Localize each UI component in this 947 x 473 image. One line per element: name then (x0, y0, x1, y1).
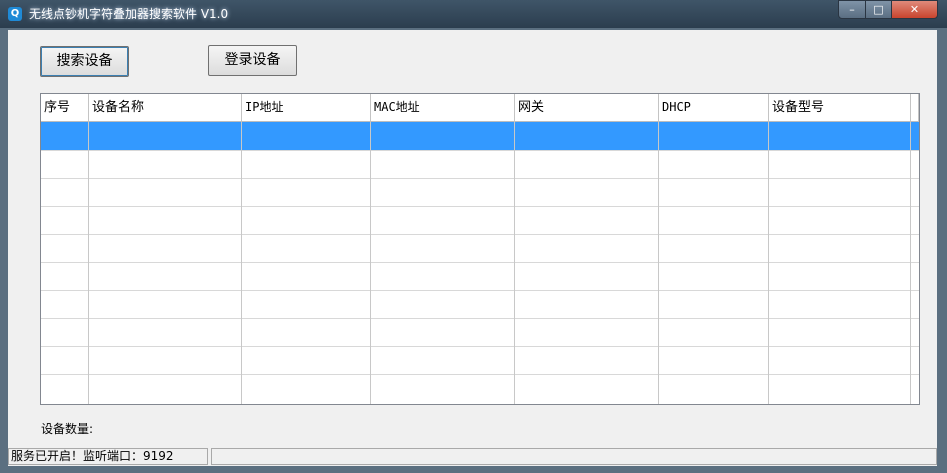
close-button[interactable]: ✕ (891, 0, 938, 19)
column-header-device-model[interactable]: 设备型号 (769, 94, 911, 122)
login-device-button[interactable]: 登录设备 (208, 45, 297, 76)
title-bar[interactable]: Q 无线点钞机字符叠加器搜索软件 V1.0 – □ ✕ (0, 0, 947, 28)
minimize-button[interactable]: – (838, 0, 866, 19)
search-device-button[interactable]: 搜索设备 (40, 46, 129, 77)
row-divider (41, 234, 919, 235)
close-icon: ✕ (909, 3, 920, 16)
status-pane-secondary (211, 448, 937, 465)
column-divider (768, 122, 769, 404)
column-header-ip-address[interactable]: IP地址 (242, 94, 371, 122)
device-count-label: 设备数量: (41, 422, 94, 436)
row-divider (41, 206, 919, 207)
column-header-index[interactable]: 序号 (41, 94, 89, 122)
column-header-gateway[interactable]: 网关 (515, 94, 659, 122)
table-header: 序号 设备名称 IP地址 MAC地址 网关 DHCP 设备型号 (41, 94, 919, 122)
window-title: 无线点钞机字符叠加器搜索软件 V1.0 (29, 7, 229, 21)
row-divider (41, 374, 919, 375)
maximize-button[interactable]: □ (865, 0, 892, 19)
row-divider (41, 178, 919, 179)
minimize-icon: – (849, 3, 855, 16)
row-divider (41, 346, 919, 347)
column-header-filler (911, 94, 919, 122)
search-app-icon: Q (8, 7, 22, 21)
row-divider (41, 262, 919, 263)
column-divider (88, 122, 89, 404)
row-divider (41, 290, 919, 291)
column-header-device-name[interactable]: 设备名称 (89, 94, 242, 122)
column-divider (910, 122, 911, 404)
column-divider (370, 122, 371, 404)
column-header-mac-address[interactable]: MAC地址 (371, 94, 515, 122)
column-divider (514, 122, 515, 404)
row-divider (41, 318, 919, 319)
device-list[interactable]: 序号 设备名称 IP地址 MAC地址 网关 DHCP 设备型号 (40, 93, 920, 405)
status-bar: 服务已开启！监听端口：9192 (8, 447, 937, 466)
row-divider (41, 150, 919, 151)
column-divider (658, 122, 659, 404)
app-window: Q 无线点钞机字符叠加器搜索软件 V1.0 – □ ✕ 搜索设备 登录设备 序号… (0, 0, 947, 473)
column-divider (241, 122, 242, 404)
maximize-icon: □ (873, 3, 884, 16)
status-text: 服务已开启！监听端口：9192 (8, 448, 208, 465)
client-area: 搜索设备 登录设备 序号 设备名称 IP地址 MAC地址 网关 DHCP 设备型… (8, 30, 937, 466)
column-header-dhcp[interactable]: DHCP (659, 94, 769, 122)
table-row-selected[interactable] (41, 122, 919, 150)
